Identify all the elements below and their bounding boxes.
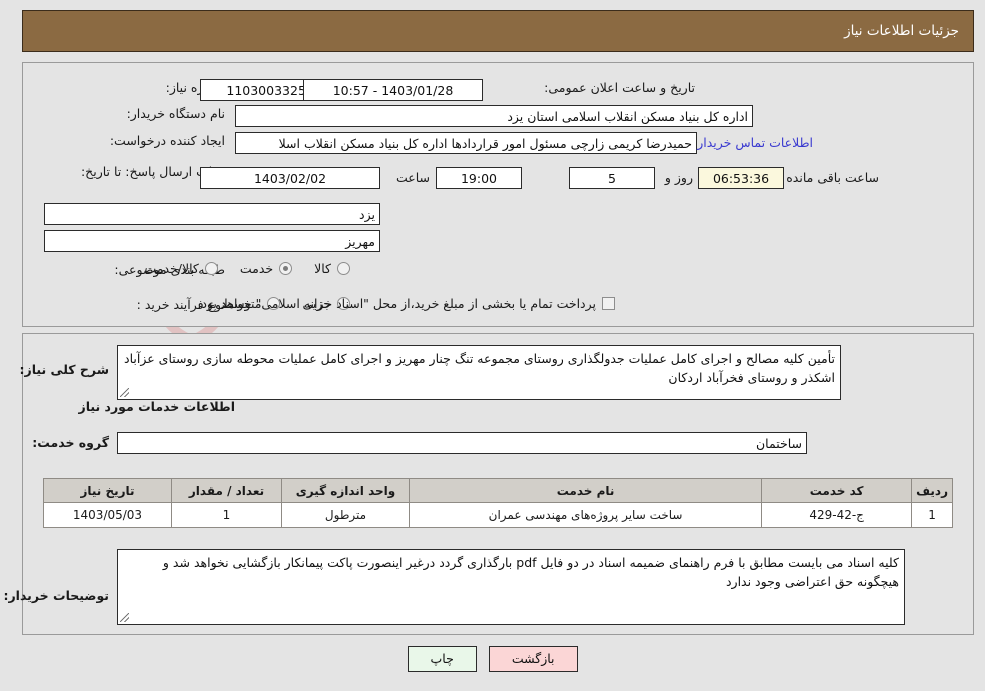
services-table: ردیف کد خدمت نام خدمت واحد اندازه گیری ت… bbox=[43, 478, 953, 528]
remaining-days-field[interactable]: 5 bbox=[569, 167, 655, 189]
delivery-province-field[interactable]: یزد bbox=[44, 203, 380, 225]
treasury-bond-option[interactable]: پرداخت تمام یا بخشی از مبلغ خرید،از محل … bbox=[197, 296, 615, 311]
deadline-time-field[interactable]: 19:00 bbox=[436, 167, 522, 189]
cell-unit: مترطول bbox=[281, 502, 410, 528]
need-info-panel bbox=[22, 62, 974, 327]
radio-kala-khedmat-icon[interactable] bbox=[204, 262, 218, 275]
th-unit: واحد اندازه گیری bbox=[281, 478, 410, 503]
th-service-name: نام خدمت bbox=[408, 478, 763, 503]
radio-khedmat-label: خدمت bbox=[239, 261, 274, 276]
requester-field[interactable]: حمیدرضا کریمی زارچی مسئول امور قراردادها… bbox=[235, 132, 697, 154]
radio-kala-khedmat-label: کالا/خدمت bbox=[144, 261, 199, 276]
announce-datetime-label: تاریخ و ساعت اعلان عمومی: bbox=[544, 80, 695, 95]
subject-category-option-khedmat[interactable]: خدمت bbox=[239, 261, 293, 276]
buyer-contact-link[interactable]: اطلاعات تماس خریدار bbox=[697, 135, 813, 150]
cell-need-date: 1403/05/03 bbox=[43, 502, 172, 528]
remaining-time-field[interactable]: 06:53:36 bbox=[698, 167, 784, 189]
radio-kala-icon[interactable] bbox=[337, 262, 350, 275]
cell-quantity: 1 bbox=[171, 502, 282, 528]
subject-category-option-kala-khedmat[interactable]: کالا/خدمت bbox=[144, 261, 218, 276]
services-table-wrap: ردیف کد خدمت نام خدمت واحد اندازه گیری ت… bbox=[43, 478, 953, 528]
remaining-days-suffix: روز و bbox=[664, 170, 693, 185]
th-need-date: تاریخ نیاز bbox=[43, 478, 172, 503]
deadline-date-field[interactable]: 1403/02/02 bbox=[200, 167, 380, 189]
th-index: ردیف bbox=[911, 478, 953, 503]
service-group-label: گروه خدمت: bbox=[32, 435, 109, 450]
print-button[interactable]: چاپ bbox=[407, 646, 477, 672]
buyer-org-label: نام دستگاه خریدار: bbox=[126, 106, 225, 121]
treasury-bond-label: پرداخت تمام یا بخشی از مبلغ خرید،از محل … bbox=[197, 296, 596, 311]
delivery-city-field[interactable]: مهریز bbox=[44, 230, 380, 252]
buyer-notes-label: توضیحات خریدار: bbox=[3, 588, 109, 603]
announce-datetime-field[interactable]: 1403/01/28 - 10:57 bbox=[303, 79, 483, 101]
cell-service-name: ساخت سایر پروژه‌های مهندسی عمران bbox=[408, 502, 763, 528]
page-header: جزئیات اطلاعات نیاز bbox=[22, 10, 974, 52]
checkbox-treasury-icon[interactable] bbox=[602, 297, 615, 310]
radio-kala-label: کالا bbox=[314, 261, 331, 276]
table-header-row: ردیف کد خدمت نام خدمت واحد اندازه گیری ت… bbox=[43, 478, 953, 503]
subject-category-option-kala[interactable]: کالا bbox=[314, 261, 350, 276]
service-group-field[interactable]: ساختمان bbox=[117, 432, 807, 454]
back-button[interactable]: بازگشت bbox=[488, 646, 578, 672]
th-quantity: تعداد / مقدار bbox=[171, 478, 282, 503]
cell-index: 1 bbox=[911, 502, 953, 528]
cell-service-code: ج-42-429 bbox=[761, 502, 913, 528]
requester-label: ایجاد کننده درخواست: bbox=[109, 133, 225, 148]
footer-button-bar: بازگشت چاپ bbox=[0, 646, 985, 672]
th-service-code: کد خدمت bbox=[761, 478, 913, 503]
general-description-label: شرح کلی نیاز: bbox=[19, 362, 109, 377]
buyer-notes-textarea[interactable]: کلیه اسناد می بایست مطابق با فرم راهنمای… bbox=[117, 549, 905, 625]
services-info-heading: اطلاعات خدمات مورد نیاز bbox=[78, 399, 236, 414]
general-description-textarea[interactable]: تأمین کلیه مصالح و اجرای کامل عملیات جدو… bbox=[117, 345, 841, 400]
buyer-org-field[interactable]: اداره کل بنیاد مسکن انقلاب اسلامی استان … bbox=[235, 105, 753, 127]
radio-khedmat-icon[interactable] bbox=[279, 262, 293, 275]
table-row: 1 ج-42-429 ساخت سایر پروژه‌های مهندسی عم… bbox=[43, 502, 953, 528]
remaining-time-suffix: ساعت باقی مانده bbox=[786, 170, 879, 185]
page-title: جزئیات اطلاعات نیاز bbox=[844, 23, 959, 39]
deadline-time-label: ساعت bbox=[395, 170, 430, 185]
